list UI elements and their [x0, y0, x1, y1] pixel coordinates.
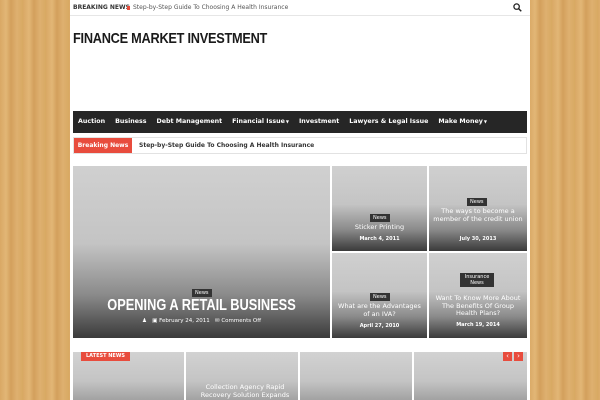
featured-post[interactable]: News What are the Advantages of an IVA? … — [332, 253, 427, 338]
featured-post[interactable]: Insurance News Want To Know More About T… — [429, 253, 527, 338]
post-date: April 27, 2010 — [359, 323, 400, 329]
badge-line: News — [470, 280, 484, 286]
nav-item-label: Make Money — [438, 118, 483, 125]
breaking-news-link[interactable]: Step-by-Step Guide To Choosing A Health … — [133, 0, 288, 16]
caret-down-icon: ▼ — [483, 119, 487, 124]
site-title[interactable]: FINANCE MARKET INVESTMENT — [73, 30, 267, 47]
nav-item-label: Investment — [298, 118, 340, 125]
featured-main-title[interactable]: OPENING A RETAIL BUSINESS — [99, 297, 305, 315]
calendar-icon: ▣ — [152, 318, 158, 324]
nav-item-label: Lawyers & Legal Issue — [349, 118, 429, 125]
category-badge[interactable]: Insurance News — [460, 273, 494, 287]
nav-item-business[interactable]: Business — [110, 111, 151, 133]
main-nav: Auction Business Debt Management Financi… — [73, 111, 527, 133]
top-bar: BREAKING NEWS Step-by-Step Guide To Choo… — [70, 0, 530, 16]
comments-link[interactable]: Comments Off — [221, 318, 261, 324]
nav-item-debt-management[interactable]: Debt Management — [152, 111, 228, 133]
post-title[interactable]: What are the Advantages of an IVA? — [336, 302, 423, 318]
nav-item-financial-issue[interactable]: Financial Issue▼ — [227, 111, 294, 133]
post-date: July 30, 2013 — [459, 236, 497, 242]
latest-news-label: LATEST NEWS — [81, 352, 130, 361]
nav-item-label: Business — [115, 118, 147, 125]
nav-item-label: Financial Issue — [232, 118, 285, 125]
comment-icon: ✉ — [214, 318, 220, 324]
featured-post[interactable]: News The ways to become a member of the … — [429, 166, 527, 251]
post-date: March 4, 2011 — [359, 236, 400, 242]
category-badge[interactable]: News — [370, 214, 390, 222]
breaking-news-headline[interactable]: Step-by-Step Guide To Choosing A Health … — [139, 138, 314, 153]
nav-item-make-money[interactable]: Make Money▼ — [433, 111, 492, 133]
post-title[interactable]: Want To Know More About The Benefits Of … — [433, 294, 523, 318]
page: BREAKING NEWS Step-by-Step Guide To Choo… — [70, 0, 530, 400]
latest-post-title[interactable]: Collection Agency Rapid Recovery Solutio… — [196, 383, 294, 399]
latest-post[interactable] — [300, 352, 412, 400]
breaking-news-badge: Breaking News — [74, 138, 132, 153]
post-meta: ♟ ▣ February 24, 2011 ✉ Comments Off — [73, 318, 330, 324]
user-icon: ♟ — [141, 318, 147, 324]
breaking-news-label: BREAKING NEWS — [73, 4, 130, 11]
latest-news-strip: LATEST NEWS ‹ › Collection Agency Rapid … — [73, 352, 527, 400]
breaking-news-bar: Breaking News Step-by-Step Guide To Choo… — [73, 137, 527, 154]
chevron-right-icon[interactable]: › — [514, 352, 523, 361]
nav-item-label: Auction — [78, 118, 106, 125]
nav-item-label: Debt Management — [156, 118, 223, 125]
nav-item-investment[interactable]: Investment — [294, 111, 344, 133]
search-icon[interactable] — [513, 3, 522, 12]
chevron-left-icon[interactable]: ‹ — [503, 352, 512, 361]
category-badge[interactable]: News — [370, 293, 390, 301]
featured-main-post[interactable]: News OPENING A RETAIL BUSINESS ♟ ▣ Febru… — [73, 166, 330, 338]
featured-post[interactable]: News Sticker Printing March 4, 2011 — [332, 166, 427, 251]
category-badge[interactable]: News — [192, 289, 212, 297]
nav-item-lawyers[interactable]: Lawyers & Legal Issue — [344, 111, 433, 133]
post-date: February 24, 2011 — [159, 318, 210, 324]
caret-down-icon: ▼ — [285, 119, 289, 124]
post-title[interactable]: Sticker Printing — [332, 223, 427, 232]
category-badge[interactable]: News — [467, 198, 487, 206]
bookmark-icon — [127, 6, 130, 10]
nav-item-auction[interactable]: Auction — [73, 111, 110, 133]
post-title[interactable]: The ways to become a member of the credi… — [433, 207, 523, 223]
post-date: March 19, 2014 — [456, 322, 500, 328]
